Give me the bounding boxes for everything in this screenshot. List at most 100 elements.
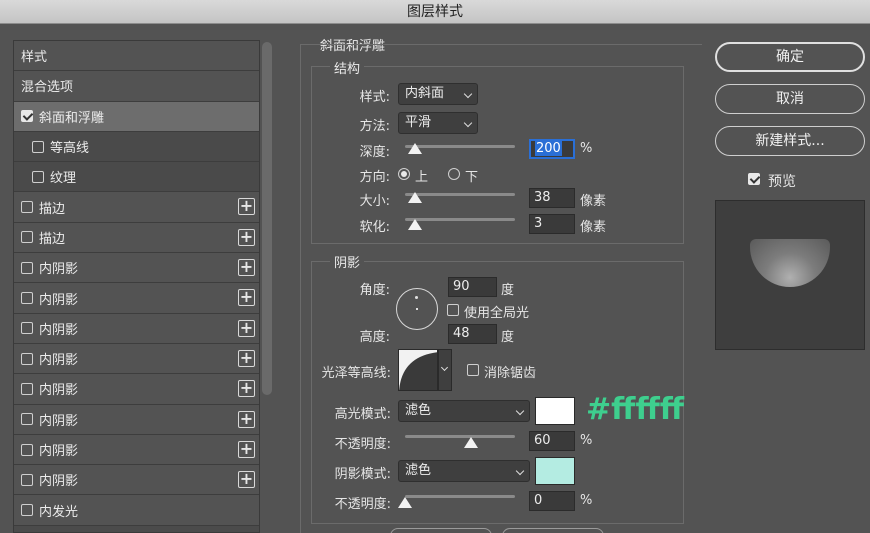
add-effect-icon[interactable]: + [238, 380, 255, 398]
altitude-unit: 度 [501, 330, 515, 345]
style-item-checkbox[interactable] [21, 382, 33, 395]
soften-input[interactable]: 3 [529, 214, 575, 234]
depth-input[interactable]: 200 [529, 139, 575, 159]
style-item-checkbox[interactable] [21, 352, 33, 365]
shadow-opacity-slider[interactable] [405, 495, 515, 498]
style-item-label: 纹理 [50, 171, 77, 187]
style-item[interactable]: 纹理 [14, 162, 259, 193]
add-effect-icon[interactable]: + [238, 289, 255, 307]
soften-unit: 像素 [580, 220, 607, 235]
shadow-mode-select[interactable]: 滤色 [398, 460, 530, 482]
highlight-opacity-slider[interactable] [405, 435, 515, 438]
style-item-label: 内阴影 [39, 413, 79, 429]
style-item-checkbox[interactable] [21, 110, 33, 123]
style-item-checkbox[interactable] [21, 201, 33, 214]
size-unit: 像素 [580, 194, 607, 209]
add-effect-icon[interactable]: + [238, 349, 255, 367]
ok-button[interactable]: 确定 [715, 42, 865, 72]
style-item[interactable]: 内发光 [14, 495, 259, 526]
add-effect-icon[interactable]: + [238, 410, 255, 428]
highlight-mode-select[interactable]: 滤色 [398, 400, 530, 422]
direction-label: 方向: [359, 170, 390, 185]
gloss-contour-picker[interactable] [398, 349, 438, 391]
direction-down-label: 下 [465, 170, 479, 185]
add-effect-icon[interactable]: + [238, 259, 255, 277]
style-list-header[interactable]: 样式 [14, 41, 259, 72]
style-item[interactable]: 描边 + [14, 222, 259, 254]
style-label: 样式: [359, 90, 390, 105]
altitude-label: 高度: [359, 330, 390, 345]
gloss-contour-dropdown[interactable] [438, 349, 452, 391]
style-list-scrollbar[interactable] [262, 42, 272, 395]
add-effect-icon[interactable]: + [238, 198, 255, 216]
shadow-opacity-thumb[interactable] [398, 497, 412, 508]
style-item[interactable]: 等高线 [14, 131, 259, 163]
style-item[interactable]: 内阴影 + [14, 253, 259, 284]
style-item[interactable]: 描边 + [14, 192, 259, 223]
depth-slider-thumb[interactable] [407, 143, 422, 154]
style-item[interactable]: 内阴影 + [14, 343, 259, 375]
size-label: 大小: [359, 194, 390, 209]
style-item-checkbox[interactable] [21, 473, 33, 486]
method-value: 平滑 [405, 115, 432, 130]
shadow-color-swatch[interactable] [535, 457, 575, 485]
shading-title: 阴影 [330, 252, 365, 271]
style-item[interactable]: 内阴影 + [14, 465, 259, 496]
add-effect-icon[interactable]: + [238, 228, 255, 246]
shadow-opacity-input[interactable]: 0 [529, 491, 575, 511]
depth-unit: % [580, 141, 593, 156]
highlight-opacity-thumb[interactable] [464, 437, 478, 448]
style-item-label: 斜面和浮雕 [39, 110, 105, 126]
style-item-checkbox[interactable] [21, 292, 33, 305]
add-effect-icon[interactable]: + [238, 440, 255, 458]
bevel-style-select[interactable]: 内斜面 [398, 83, 478, 105]
style-item[interactable]: 内阴影 + [14, 283, 259, 314]
angle-input[interactable]: 90 [448, 277, 497, 297]
style-item-checkbox[interactable] [21, 504, 33, 517]
method-label: 方法: [359, 119, 390, 134]
new-style-button[interactable]: 新建样式... [715, 126, 865, 156]
style-item[interactable]: 内阴影 + [14, 434, 259, 466]
method-select[interactable]: 平滑 [398, 112, 478, 134]
chevron-down-icon [463, 89, 473, 99]
angle-dial[interactable] [396, 288, 438, 330]
size-slider-thumb[interactable] [407, 192, 422, 203]
antialias-checkbox[interactable] [467, 364, 479, 376]
size-input[interactable]: 38 [529, 188, 575, 208]
style-item-checkbox[interactable] [21, 443, 33, 456]
shadow-mode-value: 滤色 [405, 463, 432, 478]
style-item-label: 等高线 [50, 141, 90, 157]
cancel-button[interactable]: 取消 [715, 84, 865, 114]
style-item-checkbox[interactable] [32, 140, 44, 153]
direction-up-radio[interactable] [398, 168, 410, 180]
style-item[interactable]: 内阴影 + [14, 374, 259, 405]
preview-checkbox[interactable] [748, 173, 760, 185]
antialias-label: 消除锯齿 [484, 366, 537, 381]
reset-default-button[interactable] [502, 528, 604, 533]
blending-options-item[interactable]: 混合选项 [14, 71, 259, 102]
highlight-opacity-unit: % [580, 433, 593, 448]
style-item[interactable]: 内阴影 + [14, 313, 259, 344]
add-effect-icon[interactable]: + [238, 319, 255, 337]
highlight-mode-label: 高光模式: [334, 407, 391, 422]
bevel-style-value: 内斜面 [405, 86, 445, 101]
global-light-checkbox[interactable] [447, 304, 459, 316]
highlight-color-swatch[interactable] [535, 397, 575, 425]
style-item-checkbox[interactable] [21, 231, 33, 244]
highlight-opacity-input[interactable]: 60 [529, 431, 575, 451]
add-effect-icon[interactable]: + [238, 471, 255, 489]
style-item-checkbox[interactable] [21, 261, 33, 274]
style-item-checkbox[interactable] [21, 322, 33, 335]
style-item-label: 内阴影 [39, 322, 79, 338]
altitude-input[interactable]: 48 [448, 324, 497, 344]
angle-dial-indicator [415, 296, 418, 299]
window-title: 图层样式 [0, 0, 870, 24]
style-item[interactable]: 内阴影 + [14, 404, 259, 435]
highlight-mode-value: 滤色 [405, 403, 432, 418]
style-item-checkbox[interactable] [32, 170, 44, 183]
direction-down-radio[interactable] [448, 168, 460, 180]
style-item-checkbox[interactable] [21, 413, 33, 426]
make-default-button[interactable] [390, 528, 492, 533]
soften-slider-thumb[interactable] [407, 219, 422, 230]
style-item[interactable]: 斜面和浮雕 [14, 101, 259, 132]
